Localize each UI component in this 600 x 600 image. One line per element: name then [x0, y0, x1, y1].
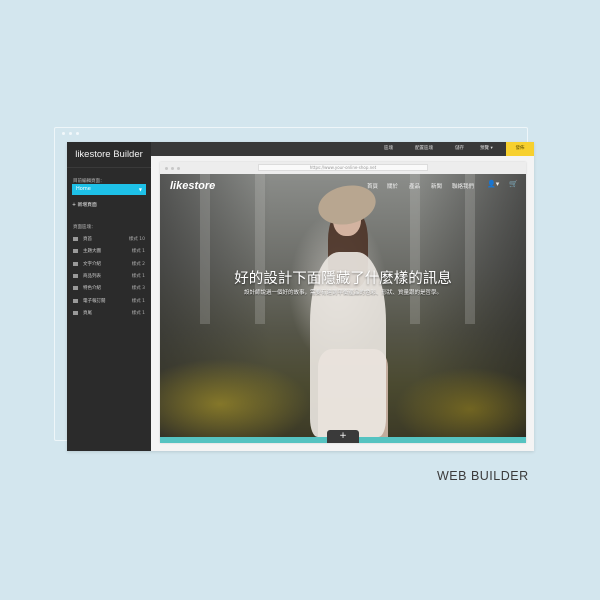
background-column	[465, 174, 475, 324]
browser-window-dots	[165, 166, 180, 170]
section-row[interactable]: 特色介紹 樣式 3	[73, 282, 145, 294]
section-style: 樣式 2	[131, 261, 145, 267]
section-name: 文字介紹	[83, 261, 101, 267]
background-column	[255, 174, 265, 324]
plus-icon: +	[339, 431, 347, 441]
toolbar-config-button[interactable]: 配置區塊	[415, 142, 433, 156]
section-style: 樣式 1	[131, 274, 145, 280]
section-style: 樣式 1	[131, 310, 145, 316]
site-preview-browser: https://www.your-online-shop.net likesto…	[160, 162, 526, 443]
page-sections-list: 頁首 樣式 10 主題大圖 樣式 1 文字介紹 樣式 2 商品列表 樣式 1 特…	[73, 233, 145, 319]
publish-button[interactable]: 發佈	[506, 142, 534, 156]
site-nav-contact[interactable]: 聯絡我們	[452, 182, 474, 190]
site-navbar: likestore 首頁 關於 產品 新聞 聯絡我們 👤▾ 🛒	[160, 174, 526, 196]
site-nav-home[interactable]: 首頁	[367, 182, 378, 190]
toolbar-preview-button[interactable]: 預覽 ▾	[480, 142, 493, 156]
background-window-dots	[62, 132, 79, 135]
toolbar-sections-button[interactable]: 區塊	[384, 142, 393, 156]
section-layout-icon	[73, 249, 78, 254]
section-row[interactable]: 頁首 樣式 10	[73, 233, 145, 245]
section-layout-icon	[73, 261, 78, 266]
section-layout-icon	[73, 237, 78, 242]
page-select-value: Home	[76, 186, 91, 192]
section-row[interactable]: 頁尾 樣式 1	[73, 307, 145, 319]
builder-sidebar: likestore Builder 目前編輯頁面： Home ▼ + 新增頁面 …	[67, 142, 151, 451]
section-name: 頁首	[83, 237, 92, 243]
chevron-down-icon: ▼	[138, 187, 142, 192]
background-column	[410, 174, 420, 324]
chevron-down-icon: ▾	[490, 146, 493, 151]
builder-toolbar: 區塊 配置區塊 儲存 預覽 ▾ 發佈	[151, 142, 534, 156]
hero-subheadline: 設計師說過一個好的故事，需要有達到平衡產品的色彩、形狀、質量跟的是哲學。	[243, 290, 442, 296]
toolbar-save-button[interactable]: 儲存	[455, 142, 464, 156]
background-column	[200, 174, 210, 324]
user-icon[interactable]: 👤▾	[487, 180, 499, 188]
caption-text: WEB BUILDER	[437, 469, 529, 483]
section-layout-icon	[73, 310, 78, 315]
add-section-button[interactable]: +	[327, 430, 359, 443]
site-logo[interactable]: likestore	[170, 180, 215, 192]
browser-chrome: https://www.your-online-shop.net	[160, 162, 526, 174]
add-page-button[interactable]: + 新增頁面	[72, 201, 97, 208]
section-name: 主題大圖	[83, 249, 101, 255]
section-row[interactable]: 電子報訂閱 樣式 1	[73, 294, 145, 306]
site-nav-about[interactable]: 關於	[387, 182, 398, 190]
section-layout-icon	[73, 274, 78, 279]
url-bar[interactable]: https://www.your-online-shop.net	[258, 164, 428, 171]
hero-headline: 好的設計下面隱藏了什麼樣的訊息	[234, 271, 452, 287]
page-sections-label: 頁面區塊：	[73, 225, 96, 230]
page-select-dropdown[interactable]: Home ▼	[72, 184, 146, 195]
section-style: 樣式 10	[128, 237, 145, 243]
section-row[interactable]: 商品列表 樣式 1	[73, 270, 145, 282]
section-name: 電子報訂閱	[83, 298, 106, 304]
builder-logo: likestore Builder	[67, 142, 151, 168]
section-style: 樣式 1	[131, 298, 145, 304]
site-nav-products[interactable]: 產品	[409, 182, 420, 190]
builder-app-window: likestore Builder 目前編輯頁面： Home ▼ + 新增頁面 …	[67, 142, 534, 451]
plus-icon: +	[72, 203, 77, 208]
section-name: 頁尾	[83, 310, 92, 316]
site-nav-news[interactable]: 新聞	[431, 182, 442, 190]
section-name: 特色介紹	[83, 286, 101, 292]
section-style: 樣式 3	[131, 286, 145, 292]
section-layout-icon	[73, 286, 78, 291]
section-row[interactable]: 主題大圖 樣式 1	[73, 245, 145, 257]
cart-icon[interactable]: 🛒	[509, 180, 518, 188]
section-style: 樣式 1	[131, 249, 145, 255]
section-row[interactable]: 文字介紹 樣式 2	[73, 258, 145, 270]
section-name: 商品列表	[83, 274, 101, 280]
add-page-label: 新增頁面	[77, 203, 97, 208]
section-layout-icon	[73, 298, 78, 303]
preview-label: 預覽	[480, 146, 489, 151]
hero-image	[160, 174, 526, 437]
